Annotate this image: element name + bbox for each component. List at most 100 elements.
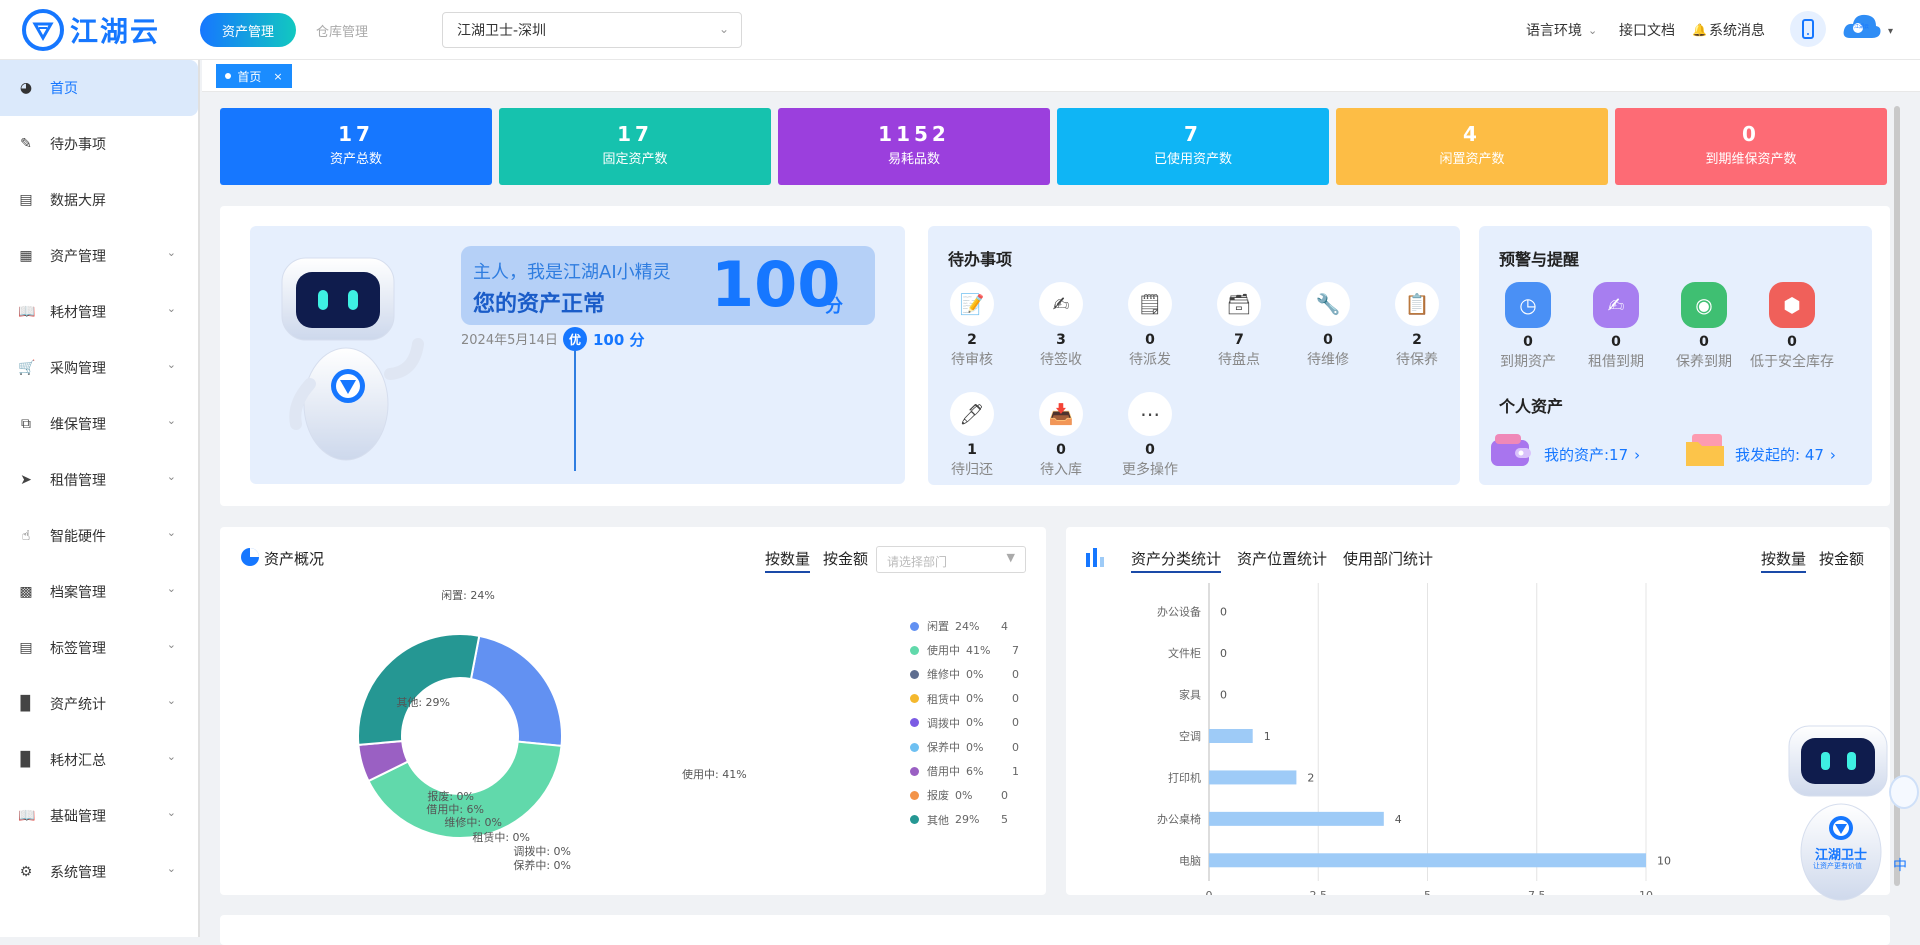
todo-item[interactable]: 📝 2 待审核: [932, 282, 1012, 369]
stock-in-icon: 📥: [1039, 392, 1083, 436]
chevron-down-icon: ⌄: [166, 638, 176, 651]
mobile-icon[interactable]: [1790, 11, 1826, 47]
legend-item[interactable]: 报废 0% 0: [910, 787, 1008, 803]
stat-card[interactable]: 0 到期维保资产数: [1615, 108, 1887, 185]
category-label: 办公设备: [1157, 605, 1201, 619]
legend-name: 租赁中: [927, 692, 960, 706]
sidebar-item[interactable]: ▤ 数据大屏: [0, 172, 198, 228]
sidebar-item[interactable]: ▉ 耗材汇总 ⌄: [0, 732, 198, 788]
sidebar-item[interactable]: ▉ 资产统计 ⌄: [0, 676, 198, 732]
pie-slice[interactable]: [469, 634, 563, 748]
my-assets-link[interactable]: 我的资产:17 ›: [1544, 444, 1640, 465]
legend-item[interactable]: 保养中 0% 0: [910, 739, 1019, 755]
floating-helper-robot[interactable]: 江湖卫士 让资产更有价值: [1785, 722, 1897, 902]
sidebar-item[interactable]: 🛒 采购管理 ⌄: [0, 340, 198, 396]
todo-label: 待审核: [951, 352, 993, 368]
legend-dot: [910, 766, 919, 776]
avatar[interactable]: 江湖云 ▾: [1842, 10, 1893, 42]
stat-card[interactable]: 17 固定资产数: [499, 108, 771, 185]
warning-item[interactable]: ◉ 0 保养到期: [1659, 282, 1749, 371]
todo-item[interactable]: 📥 0 待入库: [1021, 392, 1101, 479]
sidebar-item-label: 智能硬件: [50, 529, 106, 545]
sidebar-item[interactable]: ✎ 待办事项: [0, 116, 198, 172]
sidebar-item-label: 资产统计: [50, 697, 106, 713]
sidebar-item[interactable]: ◕ 首页: [0, 60, 198, 116]
todo-item[interactable]: 🖊 1 待归还: [932, 392, 1012, 479]
todo-count: 0: [1056, 442, 1066, 458]
todo-count: 2: [967, 332, 977, 348]
maintenance-badge-icon: ◉: [1681, 282, 1727, 328]
language-label: 语言环境: [1526, 23, 1582, 39]
todo-item[interactable]: ⋯ 0 更多操作: [1110, 392, 1190, 479]
stat-card[interactable]: 4 闲置资产数: [1336, 108, 1608, 185]
legend-item[interactable]: 借用中 6% 1: [910, 763, 1019, 779]
stat-card[interactable]: 7 已使用资产数: [1057, 108, 1329, 185]
grid-icon: ▦: [19, 248, 33, 264]
todo-item[interactable]: 🗒 0 待派发: [1110, 282, 1190, 369]
todo-item[interactable]: ✍ 3 待签收: [1021, 282, 1101, 369]
repair-icon: 🔧: [1306, 282, 1350, 326]
lease-handshake-icon: ✍: [1593, 282, 1639, 328]
my-initiated-link[interactable]: 我发起的: 47 ›: [1735, 444, 1836, 465]
todo-count: 0: [1145, 442, 1155, 458]
api-docs-link[interactable]: 接口文档: [1619, 0, 1675, 60]
sidebar-item[interactable]: ➤ 租借管理 ⌄: [0, 452, 198, 508]
legend-count: 0: [1012, 740, 1019, 754]
bar-chart-icon: ▉: [20, 696, 32, 712]
avatar-text: 江湖云: [1854, 24, 1870, 30]
stat-label: 闲置资产数: [1439, 152, 1505, 167]
warning-item[interactable]: ✍ 0 租借到期: [1571, 282, 1661, 371]
todo-item[interactable]: 🔧 0 待维修: [1288, 282, 1368, 369]
legend-count: 7: [1012, 643, 1019, 657]
sidebar-item[interactable]: 📖 耗材管理 ⌄: [0, 284, 198, 340]
sidebar-item[interactable]: ⧉ 维保管理 ⌄: [0, 396, 198, 452]
sidebar-item[interactable]: 📖 基础管理 ⌄: [0, 788, 198, 844]
x-tick-label: 0: [1206, 889, 1213, 895]
chevron-down-icon: ⌄: [166, 750, 176, 763]
bar[interactable]: [1209, 770, 1297, 785]
lang-toggle[interactable]: 中: [1893, 855, 1907, 875]
chevron-down-icon: ▾: [1888, 26, 1894, 37]
todo-item[interactable]: 📋 2 待保养: [1377, 282, 1457, 369]
chevron-down-icon: ⌄: [166, 694, 176, 707]
stat-card[interactable]: 1152 易耗品数: [778, 108, 1050, 185]
bar[interactable]: [1209, 811, 1384, 826]
sidebar-item[interactable]: ⚙ 系统管理 ⌄: [0, 844, 198, 900]
nav-asset-management[interactable]: 资产管理: [200, 13, 296, 47]
pie-slice[interactable]: [357, 633, 481, 746]
legend-item[interactable]: 其他 29% 5: [910, 812, 1008, 828]
sidebar-item[interactable]: ☝ 智能硬件 ⌄: [0, 508, 198, 564]
legend-dot: [910, 815, 919, 825]
system-messages[interactable]: 🔔 系统消息: [1692, 0, 1765, 60]
todo-item[interactable]: 🗃 7 待盘点: [1199, 282, 1279, 369]
logo[interactable]: 江湖云: [22, 8, 160, 52]
warning-item[interactable]: ⬢ 0 低于安全库存: [1747, 282, 1837, 371]
language-menu[interactable]: 语言环境 ⌄: [1526, 0, 1597, 60]
todo-count: 0: [1145, 332, 1155, 348]
bar-value-label: 4: [1395, 813, 1402, 826]
nav-warehouse-management[interactable]: 仓库管理: [316, 13, 368, 47]
legend-dot: [910, 621, 919, 631]
legend-item[interactable]: 维修中 0% 0: [910, 666, 1019, 682]
tab-home[interactable]: 首页 ×: [216, 64, 292, 88]
stat-card[interactable]: 17 资产总数: [220, 108, 492, 185]
legend-item[interactable]: 使用中 41% 7: [910, 642, 1019, 658]
sidebar-item[interactable]: ▤ 标签管理 ⌄: [0, 620, 198, 676]
bar[interactable]: [1209, 853, 1646, 868]
tag-icon: ▤: [19, 640, 33, 656]
robot-greeting: 主人，我是江湖AI小精灵: [473, 262, 671, 283]
org-select[interactable]: 江湖卫士-深圳 ⌄: [442, 12, 742, 48]
sidebar-item-label: 档案管理: [50, 585, 106, 601]
my-initiated-label: 我发起的: 47: [1735, 446, 1824, 464]
todo-title: 待办事项: [948, 250, 1013, 269]
sidebar-item[interactable]: ▩ 档案管理 ⌄: [0, 564, 198, 620]
legend-item[interactable]: 租赁中 0% 0: [910, 691, 1019, 707]
close-icon[interactable]: ×: [273, 70, 282, 83]
sidebar-item[interactable]: ▦ 资产管理 ⌄: [0, 228, 198, 284]
legend-item[interactable]: 调拨中 0% 0: [910, 715, 1019, 731]
warning-item[interactable]: ◷ 0 到期资产: [1483, 282, 1573, 371]
chat-bubble-icon[interactable]: [1889, 775, 1919, 809]
legend-item[interactable]: 闲置 24% 4: [910, 618, 1008, 634]
bar[interactable]: [1209, 729, 1253, 743]
pie-slice-label: 报废: 0%: [427, 789, 474, 803]
